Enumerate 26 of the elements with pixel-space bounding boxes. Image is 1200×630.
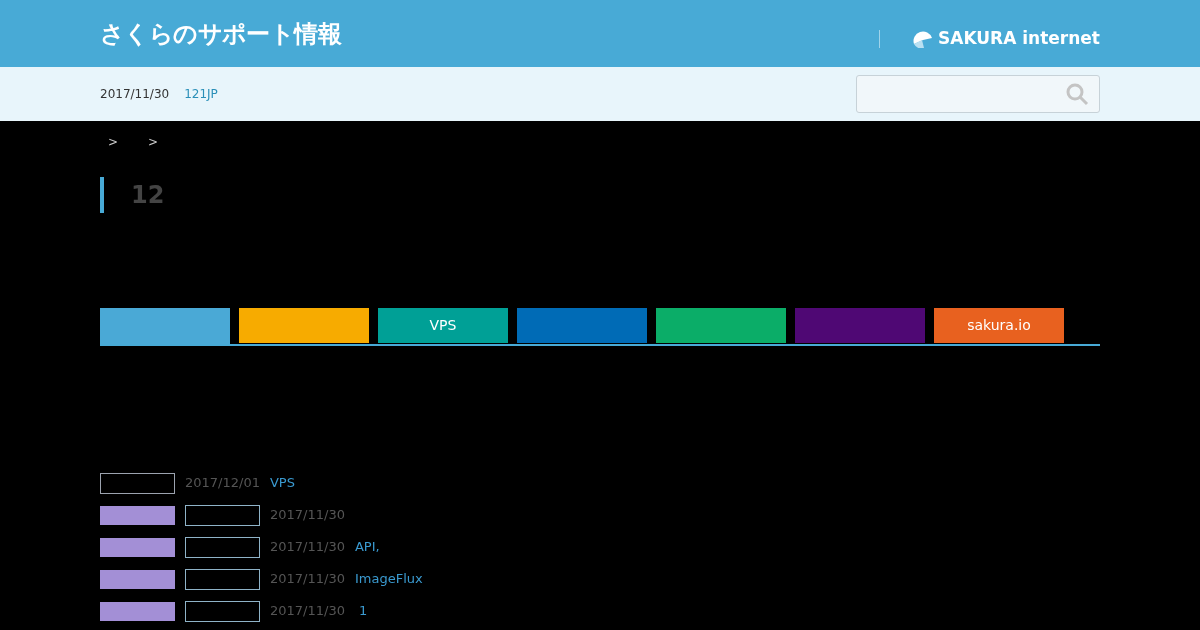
logo-text[interactable]: SAKURA internet [938,25,1100,52]
news-date: 2017/11/30 [270,506,345,525]
breadcrumb-separator: > [148,134,159,151]
news-link[interactable]: API, [354,537,380,557]
news-date: 2017/11/30 [270,602,345,621]
news-date: 2017/12/01 [185,474,260,493]
news-date: 2017/11/30 [270,570,345,589]
category-tab[interactable] [795,308,925,343]
search-icon[interactable] [1065,82,1089,106]
search-field[interactable] [856,75,1100,113]
category-tab[interactable]: sakura.io [934,308,1064,343]
category-tab[interactable] [100,308,230,344]
category-tab[interactable] [656,308,786,343]
category-tab[interactable] [517,308,647,343]
category-tab[interactable]: VPS [378,308,508,343]
logo-icon [912,29,934,48]
user-link[interactable]: 121JP [184,85,218,103]
news-date: 2017/11/30 [270,538,345,557]
news-link[interactable]: VPS [269,473,295,493]
site-title[interactable]: さくらのサポート情報 [100,15,341,52]
news-link[interactable]: ImageFlux [354,569,423,589]
breadcrumb-separator: > [108,134,119,151]
page-heading: 12 [131,180,165,211]
date-text: 2017/11/30 [100,86,170,103]
news-link[interactable]: 1 [354,601,368,621]
category-tab[interactable] [239,308,369,343]
